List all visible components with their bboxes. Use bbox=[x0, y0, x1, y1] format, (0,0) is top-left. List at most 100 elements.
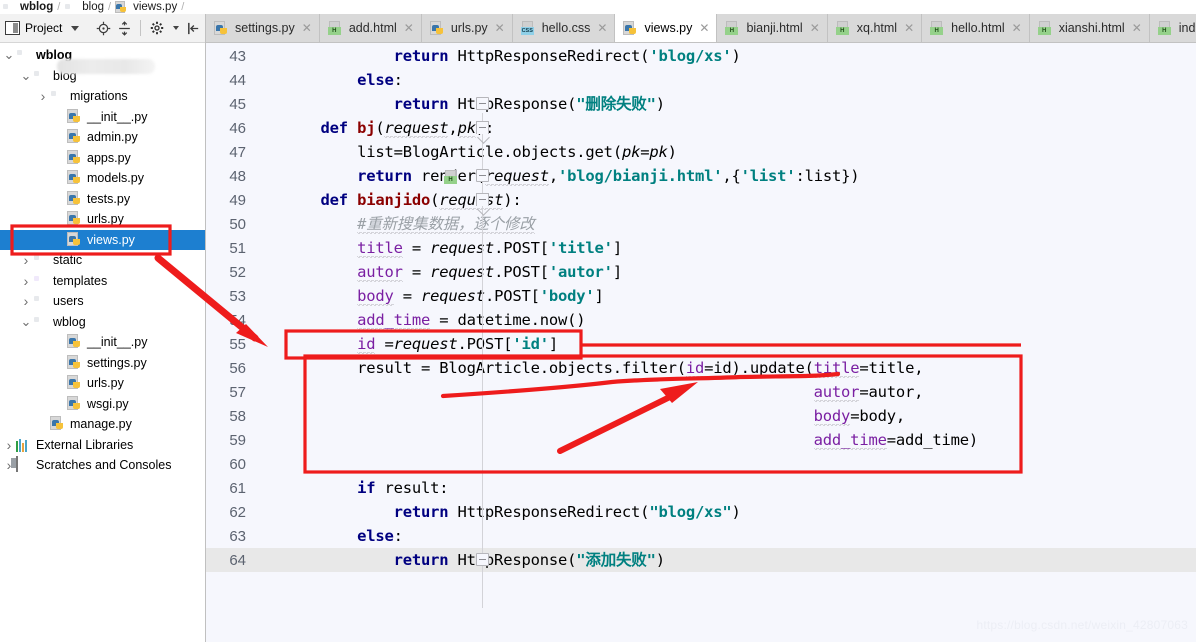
fold-gutter-cell[interactable] bbox=[254, 452, 284, 476]
fold-gutter-cell[interactable] bbox=[254, 500, 284, 524]
code-line[interactable]: 63 else: bbox=[206, 524, 1196, 548]
fold-gutter-cell[interactable] bbox=[254, 212, 284, 236]
tree-item-models-py[interactable]: models.py bbox=[0, 168, 205, 189]
breadcrumb-item-blog[interactable]: blog bbox=[64, 1, 104, 14]
close-icon[interactable]: ✕ bbox=[699, 22, 709, 34]
close-icon[interactable]: ✕ bbox=[904, 22, 914, 34]
code-line[interactable]: 62 return HttpResponseRedirect("blog/xs"… bbox=[206, 500, 1196, 524]
editor-tab-xq-html[interactable]: Hxq.html ✕ bbox=[827, 14, 923, 42]
breadcrumb-item-wblog[interactable]: wblog bbox=[2, 1, 53, 14]
code-line[interactable]: 55 id =request.POST['id'] bbox=[206, 332, 1196, 356]
tree-item-templates[interactable]: › templates bbox=[0, 271, 205, 292]
editor-tab-xianshi-html[interactable]: Hxianshi.html ✕ bbox=[1029, 14, 1150, 42]
fold-gutter-cell[interactable] bbox=[254, 140, 284, 164]
code-line[interactable]: 43 return HttpResponseRedirect('blog/xs'… bbox=[206, 44, 1196, 68]
code-line[interactable]: 56 result = BlogArticle.objects.filter(i… bbox=[206, 356, 1196, 380]
tree-item-urls-py[interactable]: urls.py bbox=[0, 209, 205, 230]
fold-gutter-cell[interactable] bbox=[254, 428, 284, 452]
tree-item-scratches-and-consoles[interactable]: › Scratches and Consoles bbox=[0, 455, 205, 476]
fold-gutter-cell[interactable] bbox=[254, 116, 284, 140]
breadcrumb-item-views[interactable]: views.py bbox=[115, 0, 177, 14]
fold-marker-def-bianjido[interactable] bbox=[476, 193, 489, 206]
code-line[interactable]: 59 add_time=add_time) bbox=[206, 428, 1196, 452]
chevron-right-icon[interactable]: › bbox=[2, 437, 16, 453]
fold-gutter-cell[interactable] bbox=[254, 260, 284, 284]
fold-gutter-cell[interactable] bbox=[254, 44, 284, 68]
close-icon[interactable]: ✕ bbox=[404, 22, 414, 34]
tree-item-users[interactable]: › users bbox=[0, 291, 205, 312]
locate-file-icon[interactable] bbox=[95, 20, 110, 36]
tree-item-apps-py[interactable]: apps.py bbox=[0, 148, 205, 169]
code-line[interactable]: 51 title = request.POST['title'] bbox=[206, 236, 1196, 260]
fold-gutter-cell[interactable] bbox=[254, 308, 284, 332]
chevron-right-icon[interactable]: › bbox=[19, 293, 33, 309]
close-icon[interactable]: ✕ bbox=[1012, 22, 1022, 34]
tree-item-views-py[interactable]: views.py bbox=[0, 229, 205, 250]
tree-item-admin-py[interactable]: admin.py bbox=[0, 127, 205, 148]
fold-marker-end-48[interactable] bbox=[476, 169, 489, 182]
code-line[interactable]: 52 autor = request.POST['autor'] bbox=[206, 260, 1196, 284]
editor-tab-hello-css[interactable]: CSS hello.css ✕ bbox=[512, 14, 616, 42]
editor-tab-urls-py[interactable]: urls.py ✕ bbox=[421, 14, 513, 42]
code-line[interactable]: 53 body = request.POST['body'] bbox=[206, 284, 1196, 308]
tree-item-manage-py[interactable]: manage.py bbox=[0, 414, 205, 435]
chevron-right-icon[interactable]: › bbox=[36, 88, 50, 104]
code-line[interactable]: 50 #重新搜集数据，逐个修改 bbox=[206, 212, 1196, 236]
fold-marker-end-45[interactable] bbox=[476, 97, 489, 110]
code-line[interactable]: 64 return HttpResponse("添加失败") bbox=[206, 548, 1196, 572]
tree-item-tests-py[interactable]: tests.py bbox=[0, 189, 205, 210]
code-line[interactable]: 57 autor=autor, bbox=[206, 380, 1196, 404]
chevron-right-icon[interactable]: › bbox=[19, 273, 33, 289]
chevron-down-icon[interactable]: ⌄ bbox=[2, 48, 16, 61]
code-line[interactable]: 44 else: bbox=[206, 68, 1196, 92]
tree-item-wblog[interactable]: ⌄ wblog bbox=[0, 312, 205, 333]
chevron-right-icon[interactable]: › bbox=[19, 252, 33, 268]
code-line[interactable]: 48 return render(request,'blog/bianji.ht… bbox=[206, 164, 1196, 188]
fold-gutter-cell[interactable] bbox=[254, 68, 284, 92]
code-line[interactable]: 49 def bianjido(request): bbox=[206, 188, 1196, 212]
fold-gutter-cell[interactable] bbox=[254, 356, 284, 380]
code-line[interactable]: 45 return HttpResponse("删除失败") bbox=[206, 92, 1196, 116]
project-tool-window-button[interactable]: Project bbox=[4, 20, 83, 36]
fold-gutter-cell[interactable] bbox=[254, 380, 284, 404]
code-editor[interactable]: 43 return HttpResponseRedirect('blog/xs'… bbox=[206, 43, 1196, 642]
close-icon[interactable]: ✕ bbox=[302, 22, 312, 34]
fold-gutter-cell[interactable] bbox=[254, 404, 284, 428]
project-tree[interactable]: ⌄ wblog ⌄ blog › migrations __init__.py admin… bbox=[0, 43, 205, 642]
editor-tab-index-html[interactable]: Hindex.html✕ bbox=[1149, 14, 1196, 42]
tree-item--init-py[interactable]: __init__.py bbox=[0, 107, 205, 128]
close-icon[interactable]: ✕ bbox=[597, 22, 607, 34]
tree-item-static[interactable]: › static bbox=[0, 250, 205, 271]
fold-gutter-cell[interactable] bbox=[254, 476, 284, 500]
chevron-down-icon[interactable]: ⌄ bbox=[19, 315, 33, 328]
tree-item-migrations[interactable]: › migrations bbox=[0, 86, 205, 107]
tree-item-wsgi-py[interactable]: wsgi.py bbox=[0, 394, 205, 415]
fold-gutter-cell[interactable] bbox=[254, 524, 284, 548]
editor-tab-settings-py[interactable]: settings.py ✕ bbox=[206, 14, 320, 42]
close-icon[interactable]: ✕ bbox=[1132, 22, 1142, 34]
tree-item-external-libraries[interactable]: › External Libraries bbox=[0, 435, 205, 456]
fold-gutter-cell[interactable] bbox=[254, 188, 284, 212]
close-icon[interactable]: ✕ bbox=[810, 22, 820, 34]
fold-gutter-cell[interactable] bbox=[254, 236, 284, 260]
chevron-down-icon[interactable]: ⌄ bbox=[19, 69, 33, 82]
chevron-down-icon[interactable] bbox=[171, 20, 180, 36]
code-line[interactable]: 61 if result: bbox=[206, 476, 1196, 500]
fold-gutter-cell[interactable] bbox=[254, 548, 284, 572]
tree-item-settings-py[interactable]: settings.py bbox=[0, 353, 205, 374]
gear-icon[interactable] bbox=[149, 20, 164, 36]
code-line[interactable]: 46 def bj(request,pk): bbox=[206, 116, 1196, 140]
code-line[interactable]: 58 body=body, bbox=[206, 404, 1196, 428]
editor-tab-hello-html[interactable]: Hhello.html ✕ bbox=[922, 14, 1030, 42]
hide-panel-icon[interactable] bbox=[186, 20, 201, 36]
code-line[interactable]: 54 add_time = datetime.now() bbox=[206, 308, 1196, 332]
chevron-down-icon[interactable] bbox=[67, 20, 83, 36]
collapse-all-icon[interactable] bbox=[117, 20, 132, 36]
code-line[interactable]: 47 list=BlogArticle.objects.get(pk=pk) bbox=[206, 140, 1196, 164]
fold-gutter-cell[interactable] bbox=[254, 332, 284, 356]
editor-tab-bianji-html[interactable]: Hbianji.html ✕ bbox=[717, 14, 828, 42]
tree-item--init-py[interactable]: __init__.py bbox=[0, 332, 205, 353]
editor-tab-views-py[interactable]: views.py ✕ bbox=[615, 14, 718, 42]
fold-gutter-cell[interactable] bbox=[254, 284, 284, 308]
code-line[interactable]: 60 bbox=[206, 452, 1196, 476]
